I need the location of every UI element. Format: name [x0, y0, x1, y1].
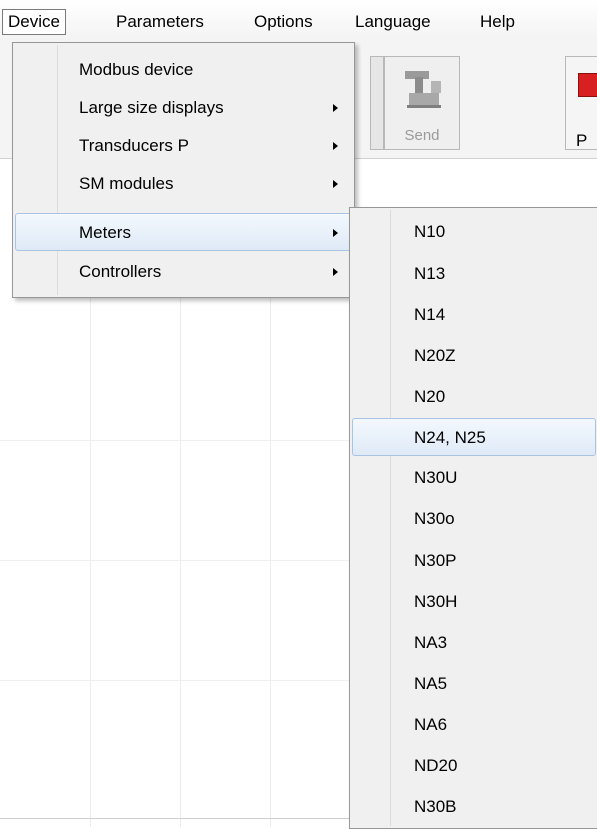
grid-line: [270, 210, 271, 827]
menu-language[interactable]: Language: [349, 10, 437, 34]
menu-options[interactable]: Options: [248, 10, 319, 34]
meters-submenu: N10 N13 N14 N20Z N20 N24, N25 N30U N30o …: [349, 207, 597, 829]
menu-bar: Device Parameters Options Language Help: [0, 0, 597, 41]
submenu-item-n30o[interactable]: N30o: [352, 500, 596, 538]
submenu-item-n13[interactable]: N13: [352, 255, 596, 293]
send-icon: [405, 71, 441, 108]
menu-item-sm-modules[interactable]: SM modules: [15, 165, 352, 203]
submenu-item-na3[interactable]: NA3: [352, 624, 596, 662]
submenu-item-n30h[interactable]: N30H: [352, 583, 596, 621]
submenu-item-n10[interactable]: N10: [352, 213, 596, 251]
submenu-arrow-icon: [333, 142, 338, 150]
send-label: Send: [404, 127, 440, 144]
red-square-icon: [578, 73, 597, 97]
grid-line: [180, 210, 181, 827]
submenu-arrow-icon: [333, 268, 338, 276]
submenu-item-n30p[interactable]: N30P: [352, 542, 596, 580]
menu-item-transducers-p[interactable]: Transducers P: [15, 127, 352, 165]
menu-item-large-size-displays[interactable]: Large size displays: [15, 89, 352, 127]
submenu-item-nd20[interactable]: ND20: [352, 747, 596, 785]
menu-item-meters[interactable]: Meters: [15, 213, 352, 251]
submenu-item-n20[interactable]: N20: [352, 378, 596, 416]
menu-item-modbus-device[interactable]: Modbus device: [15, 51, 352, 89]
submenu-arrow-icon: [333, 104, 338, 112]
submenu-item-n20z[interactable]: N20Z: [352, 337, 596, 375]
send-button[interactable]: Send: [384, 56, 460, 150]
device-menu: Modbus device Large size displays Transd…: [12, 42, 355, 298]
submenu-arrow-icon: [333, 229, 338, 237]
submenu-item-na6[interactable]: NA6: [352, 706, 596, 744]
submenu-item-na5[interactable]: NA5: [352, 665, 596, 703]
toolbar-button-partial[interactable]: [370, 56, 384, 150]
toolbar-button-p-label: P: [576, 131, 588, 150]
menu-device[interactable]: Device: [2, 9, 66, 35]
menu-help[interactable]: Help: [474, 10, 521, 34]
toolbar-button-p[interactable]: P: [565, 56, 597, 150]
submenu-item-n30b[interactable]: N30B: [352, 788, 596, 826]
grid-line: [90, 210, 91, 827]
submenu-item-n30u[interactable]: N30U: [352, 459, 596, 497]
submenu-arrow-icon: [333, 180, 338, 188]
menu-parameters[interactable]: Parameters: [110, 10, 210, 34]
submenu-item-n14[interactable]: N14: [352, 296, 596, 334]
submenu-item-n24-n25[interactable]: N24, N25: [352, 418, 596, 456]
menu-item-controllers[interactable]: Controllers: [15, 253, 352, 291]
